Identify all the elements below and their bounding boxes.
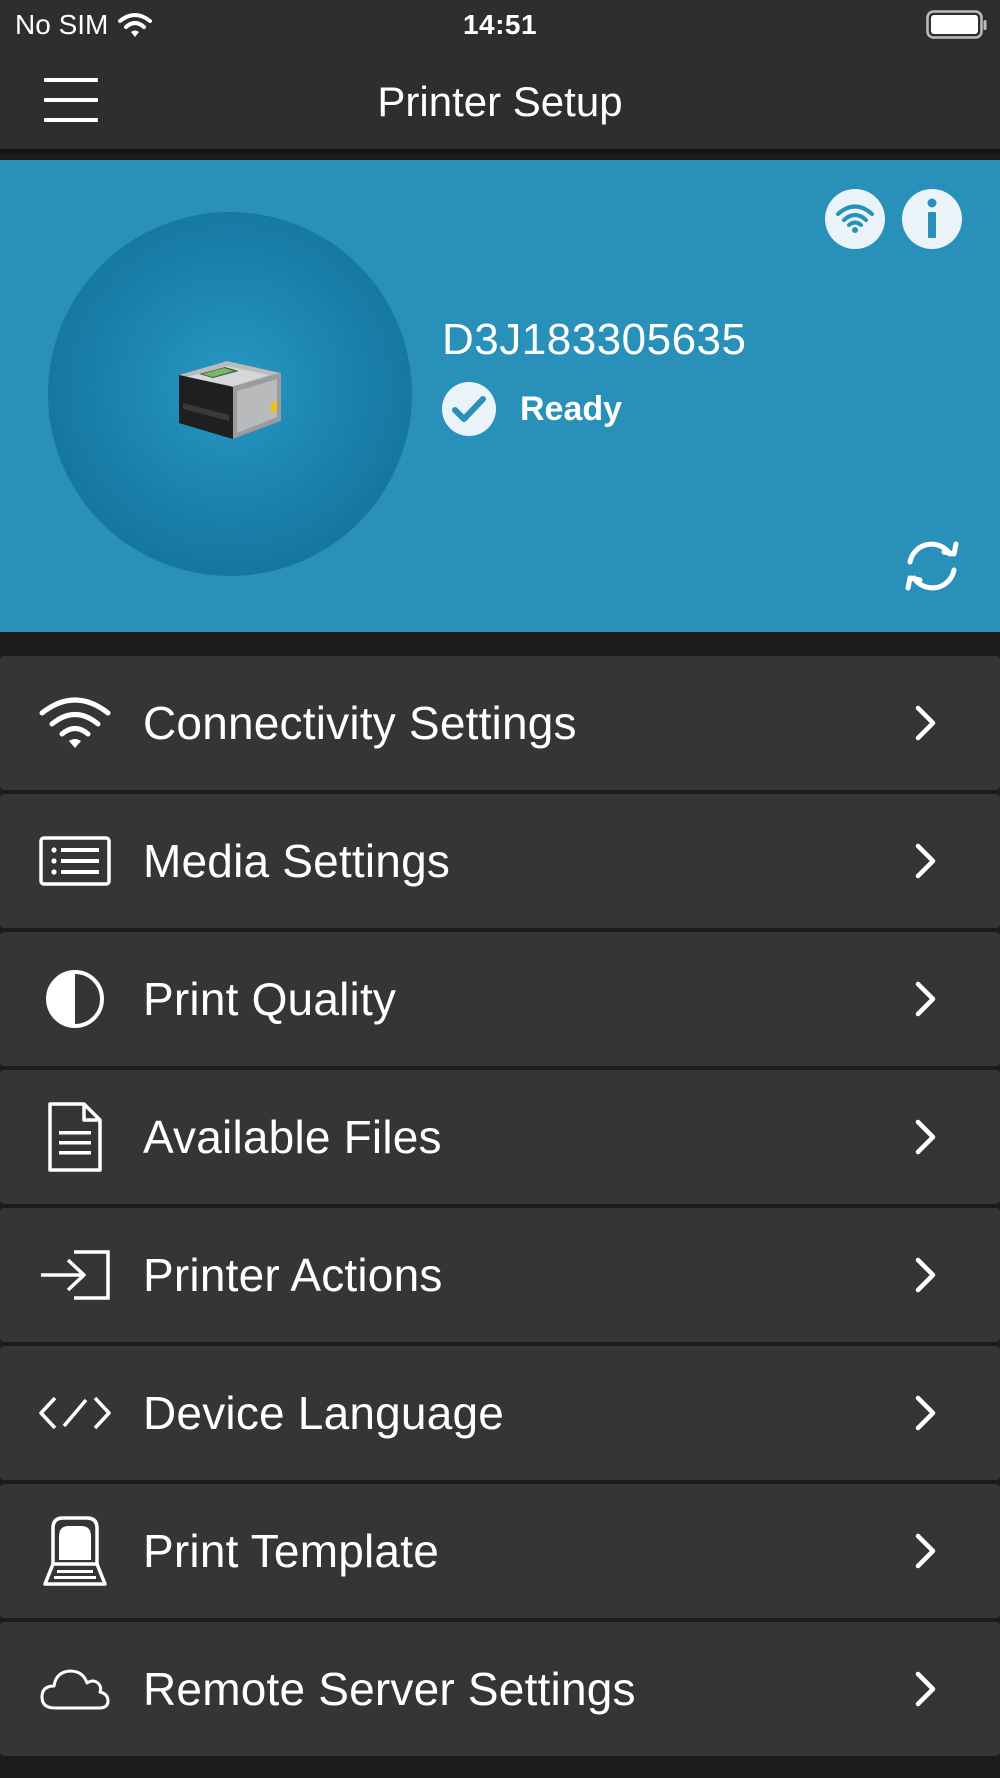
remote-server-settings-row[interactable]: Remote Server Settings (0, 1622, 1000, 1756)
status-bar: No SIM 14:51 (0, 0, 1000, 50)
nav-bar: Printer Setup (0, 50, 1000, 154)
wifi-status-button[interactable] (825, 189, 885, 249)
available-files-row[interactable]: Available Files (0, 1070, 1000, 1204)
chevron-right-icon (915, 981, 936, 1017)
print-template-row[interactable]: Print Template (0, 1484, 1000, 1618)
connectivity-settings-row[interactable]: Connectivity Settings (0, 656, 1000, 790)
page-title: Printer Setup (377, 78, 623, 125)
printer-template-icon (36, 1512, 114, 1590)
chevron-right-icon (915, 1119, 936, 1155)
info-button[interactable] (902, 189, 962, 249)
info-icon (927, 198, 937, 238)
chevron-right-icon (915, 1671, 936, 1707)
row-label: Device Language (143, 1387, 505, 1439)
chevron-right-icon (915, 1257, 936, 1293)
code-icon (36, 1374, 114, 1452)
status-label: Ready (520, 389, 623, 428)
media-settings-row[interactable]: Media Settings (0, 794, 1000, 928)
row-label: Available Files (143, 1111, 442, 1163)
row-label: Media Settings (143, 835, 451, 887)
printer-status: Ready (442, 382, 622, 436)
list-icon (36, 822, 114, 900)
printer-image-circle (48, 212, 412, 576)
wifi-icon (836, 204, 874, 233)
printer-actions-row[interactable]: Printer Actions (0, 1208, 1000, 1342)
print-quality-row[interactable]: Print Quality (0, 932, 1000, 1066)
row-label: Print Template (143, 1525, 439, 1577)
row-label: Printer Actions (143, 1249, 443, 1301)
file-icon (36, 1098, 114, 1176)
chevron-right-icon (915, 1533, 936, 1569)
clock: 14:51 (462, 9, 538, 40)
row-label: Connectivity Settings (143, 697, 577, 749)
printer-card: D3J183305635 Ready (0, 160, 1000, 632)
refresh-icon[interactable] (900, 536, 964, 596)
device-language-row[interactable]: Device Language (0, 1346, 1000, 1480)
printer-name: D3J183305635 (442, 315, 747, 364)
printer-image (179, 361, 281, 439)
sign-in-icon (36, 1236, 114, 1314)
check-circle-icon (442, 382, 496, 436)
row-label: Remote Server Settings (143, 1663, 636, 1715)
chevron-right-icon (915, 843, 936, 879)
cloud-icon (36, 1650, 114, 1728)
chevron-right-icon (915, 1395, 936, 1431)
row-label: Print Quality (143, 973, 397, 1025)
chevron-right-icon (915, 705, 936, 741)
contrast-icon (36, 960, 114, 1038)
battery-icon (926, 10, 988, 47)
wifi-icon (36, 684, 114, 762)
